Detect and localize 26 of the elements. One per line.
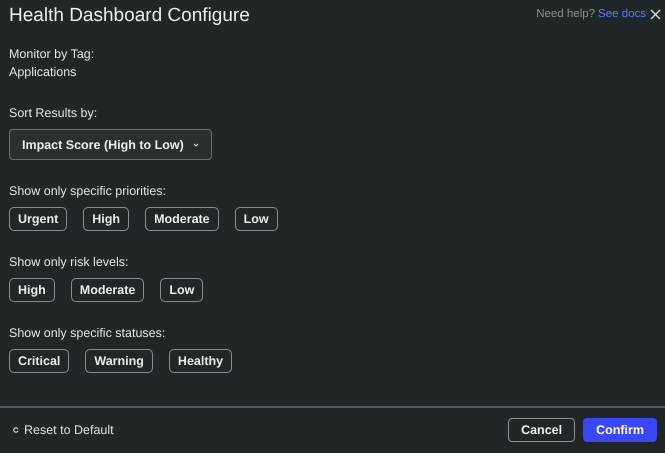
dialog-title: Health Dashboard Configure bbox=[9, 5, 250, 27]
filter-chip[interactable]: Low bbox=[234, 207, 278, 231]
group-label: Show only specific priorities: bbox=[9, 183, 168, 200]
filter-chip[interactable]: Moderate bbox=[145, 207, 219, 231]
confirm-button[interactable]: Confirm bbox=[583, 418, 657, 442]
filter-chip[interactable]: Warning bbox=[85, 349, 153, 373]
close-icon[interactable] bbox=[650, 8, 661, 20]
filter-chip[interactable]: Urgent bbox=[9, 207, 68, 231]
group-label: Show only specific statuses: bbox=[9, 325, 166, 342]
filter-chip[interactable]: Moderate bbox=[70, 278, 144, 302]
filter-chip[interactable]: High bbox=[83, 207, 130, 231]
docs-link[interactable]: See docs bbox=[598, 8, 646, 20]
sort-dropdown[interactable]: Impact Score (High to Low) bbox=[9, 129, 212, 160]
field-label: Monitor by Tag: bbox=[9, 46, 96, 63]
group-label: Show only risk levels: bbox=[9, 254, 130, 271]
reset-button[interactable]: Reset to Default bbox=[13, 422, 114, 436]
field-value: Applications bbox=[9, 64, 78, 81]
chevron-icon bbox=[192, 142, 199, 146]
filter-chip[interactable]: Critical bbox=[9, 349, 70, 373]
filter-chip[interactable]: Healthy bbox=[168, 349, 232, 373]
field-label: Sort Results by: bbox=[9, 105, 98, 122]
cancel-button[interactable]: Cancel bbox=[508, 418, 576, 442]
filter-chip[interactable]: High bbox=[9, 278, 55, 302]
reset-icon bbox=[13, 426, 19, 432]
filter-chip[interactable]: Low bbox=[160, 278, 204, 302]
help-text: Need help? bbox=[536, 8, 596, 20]
